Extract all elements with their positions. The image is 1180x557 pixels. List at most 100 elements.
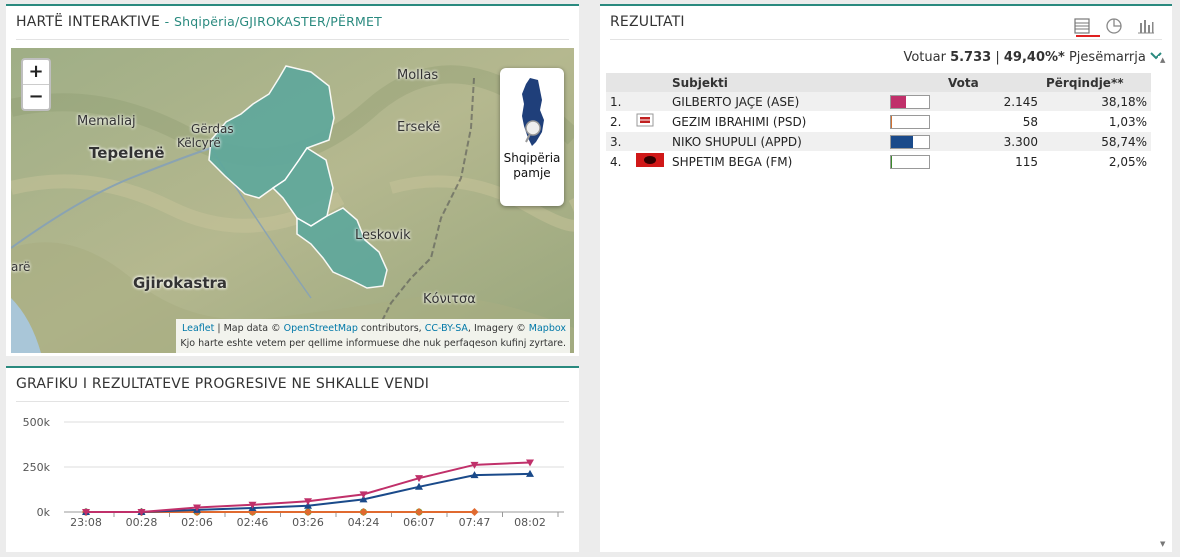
- row-rank: 4.: [606, 151, 632, 172]
- bar-header: [886, 73, 944, 92]
- interactive-map[interactable]: Mollas Memaliaj Gërdas Këlcyrë Tepelenë …: [11, 48, 574, 353]
- albania-map-icon: [522, 78, 544, 146]
- title-separator: -: [164, 14, 170, 29]
- attrib-contributors: contributors,: [357, 323, 425, 334]
- party-logo: [632, 92, 668, 112]
- rank-header: [606, 73, 632, 92]
- turnout-votes: 5.733: [950, 50, 992, 65]
- map-terrain: [11, 48, 574, 353]
- scroll-up-icon[interactable]: ▲: [1160, 56, 1165, 64]
- results-panel: REZULTATI Votuar 5.733 | 49,40%* Pjesëma…: [600, 4, 1172, 552]
- turnout-sep: |: [995, 50, 1000, 65]
- zoom-in-button[interactable]: +: [23, 60, 49, 85]
- place-label-leskovik: Leskovik: [355, 228, 411, 243]
- data-point: [470, 508, 479, 516]
- x-tick-label: 00:28: [126, 516, 158, 529]
- breadcrumb[interactable]: Shqipëria/GJIROKASTER/PËRMET: [174, 14, 382, 29]
- chart-panel-title: GRAFIKU I REZULTATEVE PROGRESIVE NE SHKA…: [16, 376, 430, 392]
- row-votes: 2.145: [944, 92, 1042, 112]
- albania-button-sublabel: pamje: [513, 166, 551, 180]
- x-tick-label: 03:26: [292, 516, 324, 529]
- view-switcher: [1072, 16, 1156, 36]
- progress-line-chart: 500k 250k 0k 23:08 00:28 02:06 02:46 03:26 04:24…: [23, 416, 564, 529]
- place-label-konitsa: Κόνιτσα: [423, 292, 476, 307]
- row-rank: 2.: [606, 111, 632, 132]
- albania-view-button[interactable]: Shqipëria pamje: [500, 68, 564, 206]
- row-pct: 38,18%: [1042, 92, 1151, 112]
- active-view-indicator: [1076, 35, 1100, 37]
- share-bar: [886, 111, 944, 132]
- y-tick-label: 0k: [37, 506, 51, 519]
- votes-header[interactable]: Vota: [944, 73, 1042, 92]
- row-rank: 3.: [606, 131, 632, 152]
- psd-logo-icon: [636, 113, 654, 130]
- candidate-name: SHPETIM BEGA (FM): [668, 151, 886, 172]
- candidate-name: GILBERTO JAÇE (ASE): [668, 92, 886, 112]
- chart-panel: GRAFIKU I REZULTATEVE PROGRESIVE NE SHKA…: [6, 366, 579, 552]
- place-label-erseke: Ersekë: [397, 120, 441, 135]
- leaflet-link[interactable]: Leaflet: [182, 323, 214, 334]
- place-label-tepelene: Tepelenë: [89, 144, 165, 162]
- x-tick-label: 04:24: [348, 516, 380, 529]
- row-votes: 3.300: [944, 131, 1042, 152]
- chart-title-divider: [16, 401, 569, 402]
- row-votes: 115: [944, 151, 1042, 172]
- row-pct: 1,03%: [1042, 111, 1151, 132]
- fm-logo-icon: [636, 153, 664, 170]
- scrollbar[interactable]: ▲ ▼: [1158, 56, 1170, 548]
- table-row[interactable]: 1. GILBERTO JAÇE (ASE) 2.145 38,18%: [606, 92, 1151, 112]
- row-pct: 2,05%: [1042, 151, 1151, 172]
- x-tick-label: 02:06: [181, 516, 213, 529]
- table-row[interactable]: 2. GEZIM IBRAHIMI (PSD) 58 1,03%: [606, 111, 1151, 132]
- mapbox-link[interactable]: Mapbox: [529, 323, 566, 334]
- x-tick-label: 07:47: [459, 516, 491, 529]
- license-link[interactable]: CC-BY-SA: [425, 323, 468, 334]
- data-point: [415, 508, 423, 516]
- place-label-memaliaj: Memaliaj: [77, 114, 136, 129]
- map-panel: HARTË INTERAKTIVE - Shqipëria/GJIROKASTE…: [6, 4, 579, 356]
- x-tick-label: 06:07: [403, 516, 435, 529]
- zoom-out-button[interactable]: −: [23, 85, 49, 109]
- map-attribution: Leaflet | Map data © OpenStreetMap contr…: [176, 319, 570, 353]
- y-tick-label: 250k: [23, 461, 51, 474]
- results-title-divider: [610, 39, 1162, 40]
- x-tick-label: 08:02: [514, 516, 546, 529]
- share-bar: [886, 151, 944, 172]
- attrib-imagery: , Imagery ©: [467, 323, 529, 334]
- data-point: [359, 508, 368, 516]
- attrib-sep: | Map data ©: [214, 323, 284, 334]
- table-row[interactable]: 4. SHPETIM BEGA (FM) 115 2,05%: [606, 151, 1151, 172]
- row-votes: 58: [944, 111, 1042, 132]
- map-panel-title: HARTË INTERAKTIVE - Shqipëria/GJIROKASTE…: [16, 14, 382, 30]
- x-tick-label: 23:08: [70, 516, 102, 529]
- table-view-icon[interactable]: [1072, 16, 1092, 36]
- turnout-summary[interactable]: Votuar 5.733 | 49,40%* Pjesëmarrja: [903, 50, 1162, 65]
- place-label-mollas: Mollas: [397, 68, 439, 83]
- pct-header[interactable]: Përqindje**: [1042, 73, 1151, 92]
- results-panel-title: REZULTATI: [610, 14, 685, 30]
- party-logo: [632, 111, 668, 132]
- subject-header[interactable]: Subjekti: [668, 73, 886, 92]
- scroll-down-icon[interactable]: ▼: [1160, 540, 1165, 548]
- share-bar: [886, 131, 944, 152]
- candidate-name: NIKO SHUPULI (APPD): [668, 131, 886, 152]
- y-tick-label: 500k: [23, 416, 51, 429]
- albania-button-label: Shqipëria: [503, 151, 561, 165]
- pie-view-icon[interactable]: [1104, 16, 1124, 36]
- candidate-name: GEZIM IBRAHIMI (PSD): [668, 111, 886, 132]
- results-table: Subjekti Vota Përqindje** 1. GILBERTO JAÇ…: [606, 73, 1151, 172]
- osm-link[interactable]: OpenStreetMap: [284, 323, 358, 334]
- turnout-pct: 49,40%*: [1003, 50, 1065, 65]
- zoom-control: + −: [21, 58, 51, 111]
- row-pct: 58,74%: [1042, 131, 1151, 152]
- turnout-participation-label: Pjesëmarrja: [1068, 50, 1146, 65]
- map-title-text: HARTË INTERAKTIVE: [16, 14, 160, 30]
- map-disclaimer: Kjo harte eshte vetem per qellime inform…: [180, 338, 566, 349]
- x-tick-label: 02:46: [237, 516, 269, 529]
- party-logo: [632, 131, 668, 152]
- bar-view-icon[interactable]: [1136, 16, 1156, 36]
- title-divider: [16, 39, 569, 40]
- table-row[interactable]: 3. NIKO SHUPULI (APPD) 3.300 58,74%: [606, 131, 1151, 152]
- place-label-kelcyre: Këlcyrë: [177, 136, 221, 150]
- results-header-row: Subjekti Vota Përqindje**: [606, 73, 1151, 92]
